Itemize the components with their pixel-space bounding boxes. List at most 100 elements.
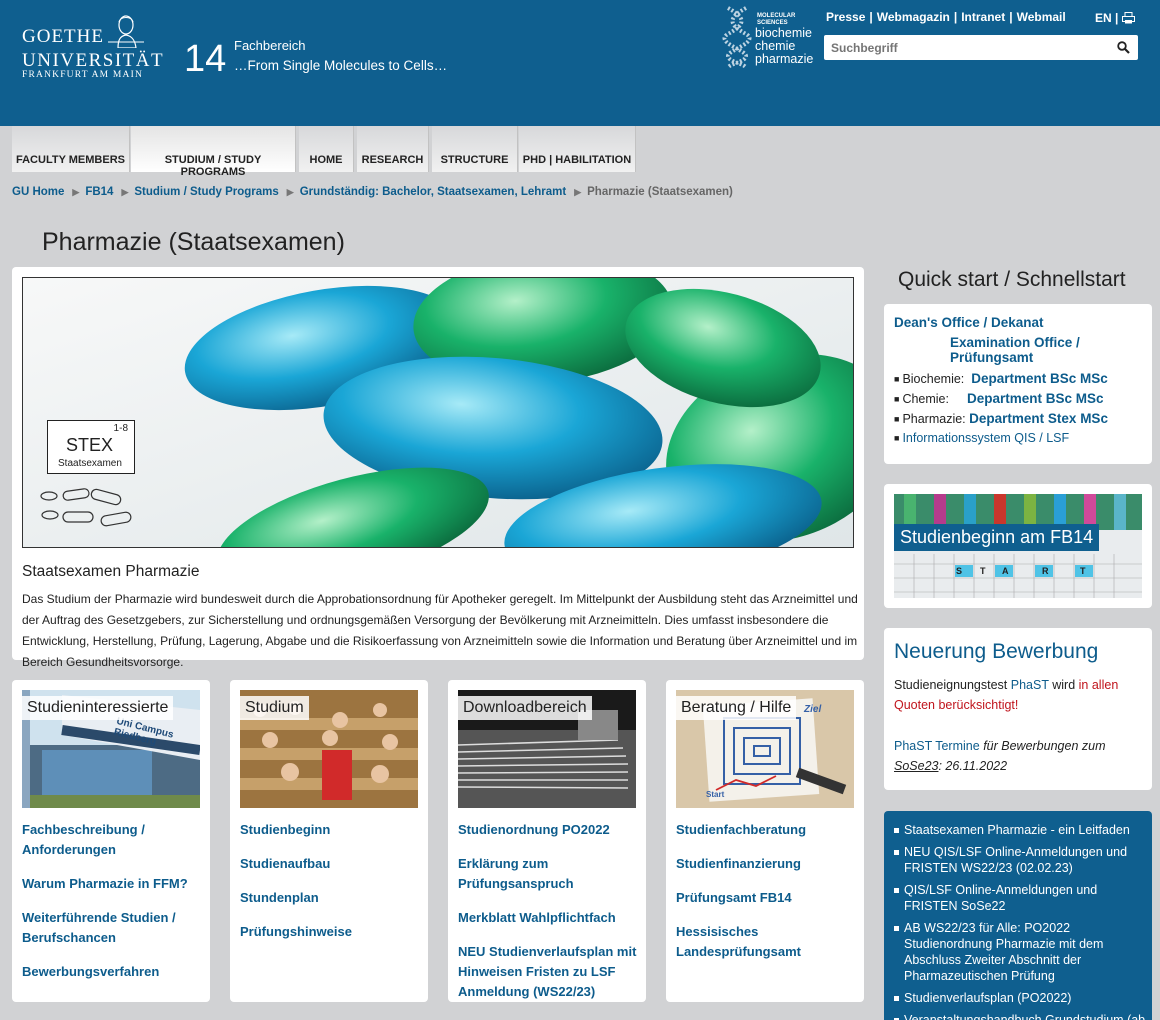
logo-line-1: GOETHE: [22, 26, 104, 47]
banner-text: Studienbeginn am FB14: [894, 524, 1100, 551]
tile-image-lecture[interactable]: Studium: [240, 690, 418, 808]
search-input[interactable]: [824, 35, 1110, 60]
hero-description: Das Studium der Pharmazie wird bundeswei…: [22, 592, 858, 669]
nav-tab-structure[interactable]: STRUCTURE: [432, 126, 518, 172]
tile-studium: Studium Studienbeginn Studienaufbau Stun…: [230, 680, 428, 1002]
neuerung-paragraph-2: PhaST Termine für Bewerbungen zum SoSe23…: [894, 736, 1144, 776]
news-item[interactable]: Staatsexamen Pharmazie - ein Leitfaden: [894, 822, 1152, 838]
word-pharmazie: pharmazie: [755, 52, 814, 66]
breadcrumb-gu-home[interactable]: GU Home: [12, 186, 64, 198]
tile-image-maze[interactable]: Ziel Start Beratung / Hilfe: [676, 690, 854, 808]
nav-tab-home[interactable]: HOME: [299, 126, 354, 172]
nav-tab-research[interactable]: RESEARCH: [357, 126, 429, 172]
breadcrumb-grundstaendig[interactable]: Grundständig: Bachelor, Staatsexamen, Le…: [300, 186, 567, 198]
link-bewerbungsverfahren[interactable]: Bewerbungsverfahren: [22, 962, 202, 982]
tile-beratung: Ziel Start Beratung / Hilfe Studienfachb…: [666, 680, 864, 1002]
neuerung-p2-text: für Bewerbungen zum: [983, 739, 1106, 753]
pills-outline-icon: [40, 488, 132, 527]
tile-image-documents[interactable]: Downloadbereich: [458, 690, 636, 808]
faculty-slogan: …From Single Molecules to Cells…: [234, 58, 448, 73]
link-studienverlaufsplan-neu[interactable]: NEU Studienverlaufsplan mit Hinweisen Fr…: [458, 942, 638, 1002]
nav-tab-phd[interactable]: PHD | HABILITATION: [519, 126, 636, 172]
stex-sub: Staatsexamen: [58, 458, 122, 469]
breadcrumb: GU Home ▶ FB14 ▶ Studium / Study Programs ▶ Gr…: [12, 186, 733, 198]
banner-tile-a: A: [1002, 566, 1009, 576]
link-phast[interactable]: PhaST: [1011, 678, 1049, 692]
tile-links-beratung: Studienfachberatung Studienfinanzierung …: [676, 820, 856, 976]
news-item[interactable]: NEU QIS/LSF Online-Anmeldungen und FRIST…: [894, 844, 1152, 876]
neuerung-card: Neuerung Bewerbung Studieneignungstest P…: [884, 628, 1152, 790]
banner-tile-r: R: [1042, 566, 1049, 576]
breadcrumb-studium[interactable]: Studium / Study Programs: [134, 186, 278, 198]
hero-card: 1-8 STEX Staatsexamen Staatsexamen Pharm…: [12, 267, 864, 669]
link-pruefungsamt-fb14[interactable]: Prüfungsamt FB14: [676, 888, 856, 908]
tile-image-campus[interactable]: Uni Campus Riedberg Studieninteressierte: [22, 690, 200, 808]
top-links: Presse | Webmagazin | Intranet | Webmail: [826, 10, 1066, 24]
molecular-sciences-logo[interactable]: MOLECULAR SCIENCES biochemie chemie phar…: [722, 6, 822, 74]
language-switch[interactable]: EN |: [1095, 11, 1118, 25]
news-item[interactable]: Veranstaltungshandbuch Grundstudium (ab: [894, 1012, 1152, 1020]
link-studienaufbau[interactable]: Studienaufbau: [240, 854, 420, 874]
link-stundenplan[interactable]: Stundenplan: [240, 888, 420, 908]
link-studienbeginn[interactable]: Studienbeginn: [240, 820, 420, 840]
news-item[interactable]: Studienverlaufsplan (PO2022): [894, 990, 1152, 1006]
tile-label-studium: Studium: [240, 696, 309, 720]
link-studienfachberatung[interactable]: Studienfachberatung: [676, 820, 856, 840]
link-biochemie-department[interactable]: Department BSc MSc: [971, 371, 1108, 386]
logo-line-2: UNIVERSITÄT: [22, 50, 165, 71]
hero-subtitle: Staatsexamen Pharmazie: [22, 563, 200, 580]
molecular-sciences-label: MOLECULAR SCIENCES: [757, 13, 796, 26]
maze-start-text: Start: [706, 790, 725, 799]
faculty-label: Fachbereich: [234, 38, 306, 53]
nav-tab-faculty-members[interactable]: FACULTY MEMBERS: [12, 126, 130, 172]
maze-ziel-text: Ziel: [804, 704, 822, 715]
print-icon[interactable]: [1122, 12, 1135, 24]
page-title: Pharmazie (Staatsexamen): [42, 228, 345, 256]
link-studienfinanzierung[interactable]: Studienfinanzierung: [676, 854, 856, 874]
link-pharmazie-department[interactable]: Department Stex MSc: [969, 411, 1108, 426]
link-weiterfuehrende-studien[interactable]: Weiterführende Studien / Berufschancen: [22, 908, 202, 948]
neuerung-paragraph-1: Studieneignungstest PhaST wird in allen …: [894, 675, 1144, 715]
faculty-number: 14: [184, 38, 227, 80]
link-examination-office[interactable]: Examination Office / Prüfungsamt: [950, 335, 1152, 365]
link-webmail[interactable]: Webmail: [1017, 10, 1066, 24]
studienbeginn-banner[interactable]: S T A R T Studienbeginn am FB14: [894, 494, 1142, 598]
tile-studieninteressierte: Uni Campus Riedberg Studieninteressierte…: [12, 680, 210, 1002]
link-merkblatt-wahlpflichtfach[interactable]: Merkblatt Wahlpflichtfach: [458, 908, 638, 928]
link-webmagazin[interactable]: Webmagazin: [877, 10, 950, 24]
link-phast-termine[interactable]: PhaST Termine: [894, 739, 980, 753]
quickstart-title: Quick start / Schnellstart: [898, 268, 1126, 291]
link-pruefungshinweise[interactable]: Prüfungshinweise: [240, 922, 420, 942]
breadcrumb-fb14[interactable]: FB14: [85, 186, 113, 198]
link-fachbeschreibung[interactable]: Fachbeschreibung / Anforderungen: [22, 820, 202, 860]
tile-downloadbereich: Downloadbereich Studienordnung PO2022 Er…: [448, 680, 646, 1002]
link-intranet[interactable]: Intranet: [961, 10, 1005, 24]
goethe-bust-icon: [108, 15, 144, 48]
link-studienordnung[interactable]: Studienordnung PO2022: [458, 820, 638, 840]
link-warum-pharmazie[interactable]: Warum Pharmazie in FFM?: [22, 874, 202, 894]
neuerung-p1-text: Studieneignungstest: [894, 678, 1008, 692]
studienbeginn-banner-card: S T A R T Studienbeginn am FB14: [884, 484, 1152, 608]
neuerung-p2-date: : 26.11.2022: [938, 759, 1008, 773]
qs-row-pharmazie: ■ Pharmazie: Department Stex MSc: [894, 411, 1108, 426]
link-deans-office[interactable]: Dean's Office / Dekanat: [894, 315, 1044, 330]
link-chemie-department[interactable]: Department BSc MSc: [967, 391, 1104, 406]
tile-links-studium: Studienbeginn Studienaufbau Stundenplan …: [240, 820, 420, 956]
lang-en-label[interactable]: EN: [1095, 11, 1112, 25]
nav-tab-studium[interactable]: STUDIUM / STUDY PROGRAMS: [131, 126, 296, 178]
goethe-university-logo[interactable]: GOETHE UNIVERSITÄT FRANKFURT AM MAIN: [22, 14, 163, 80]
link-landespruefungsamt[interactable]: Hessisisches Landesprüfungsamt: [676, 922, 856, 962]
neuerung-p2-sose23: SoSe23: [894, 759, 939, 773]
news-box: Staatsexamen Pharmazie - ein Leitfaden N…: [884, 811, 1152, 1020]
quickstart-card: Dean's Office / Dekanat Examination Offi…: [884, 304, 1152, 464]
breadcrumb-current: Pharmazie (Staatsexamen): [587, 186, 733, 198]
link-presse[interactable]: Presse: [826, 10, 865, 24]
logo-line-3: FRANKFURT AM MAIN: [22, 70, 144, 80]
news-item[interactable]: QIS/LSF Online-Anmeldungen und FRISTEN S…: [894, 882, 1152, 914]
news-item[interactable]: AB WS22/23 für Alle: PO2022 Studienordnu…: [894, 920, 1152, 984]
search-icon[interactable]: [1117, 41, 1130, 54]
link-qis-lsf[interactable]: Informationssystem QIS / LSF: [902, 431, 1069, 445]
link-erklaerung-pruefungsanspruch[interactable]: Erklärung zum Prüfungsanspruch: [458, 854, 638, 894]
tile-label-beratung: Beratung / Hilfe: [676, 696, 797, 720]
neuerung-p1-wird: wird: [1052, 678, 1076, 692]
